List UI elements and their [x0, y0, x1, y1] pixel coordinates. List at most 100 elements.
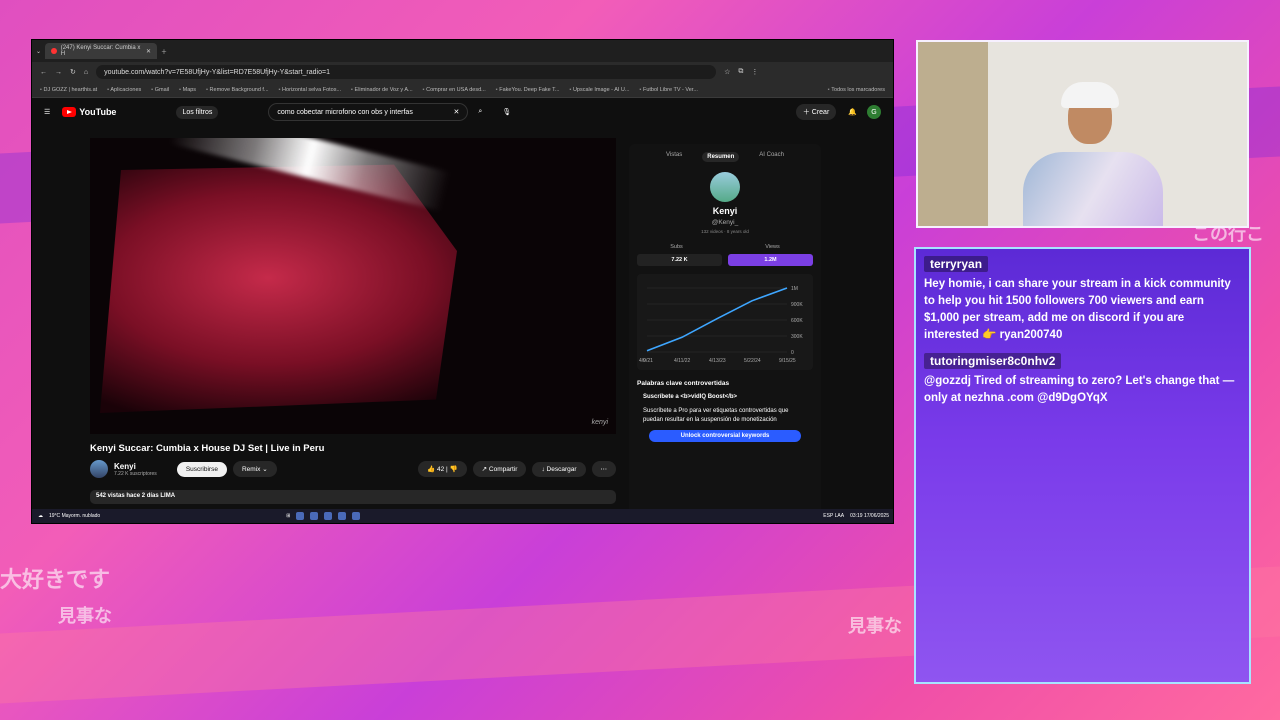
download-button[interactable]: ↓ Descargar [532, 461, 586, 477]
search-query: como cobectar microfono con obs y interf… [277, 108, 413, 116]
back-icon[interactable]: ← [40, 69, 47, 76]
url-text: youtube.com/watch?v=7E58UfjHy-Y&list=RD7… [104, 68, 330, 76]
tab-vistas[interactable]: Vistas [666, 152, 682, 162]
channel-avatar[interactable] [90, 460, 108, 478]
video-player[interactable]: kenyi [90, 138, 616, 434]
channel-row: Kenyi 7.22 K suscriptores Suscribirse Re… [90, 460, 616, 478]
taskbar-app-icon[interactable] [352, 512, 361, 520]
browser-tab[interactable]: (247) Kenyi Succar: Cumbia x H ✕ [45, 43, 158, 59]
y-tick-label: 0 [791, 350, 794, 356]
bookmark-item[interactable]: Maps [179, 87, 196, 93]
vidiq-channel-name: Kenyi [712, 206, 738, 216]
create-label: Crear [811, 109, 830, 116]
youtube-tab-icon [51, 48, 57, 54]
channel-name[interactable]: Kenyi [114, 462, 157, 471]
start-icon[interactable]: ⊞ [286, 513, 290, 519]
streamer [1023, 82, 1163, 226]
weather-icon: ☁ [38, 513, 43, 519]
filters-button[interactable]: Los filtros [176, 105, 219, 119]
clock[interactable]: 03:19 17/06/2025 [850, 513, 889, 519]
shirt [1023, 152, 1163, 226]
chat-overlay: terryryan Hey homie, i can share your str… [914, 247, 1251, 684]
menu-icon[interactable]: ⋮ [751, 68, 758, 76]
taskbar: ☁ 19°C Mayorm. nublado ⊞ ESP LAA 03:19 1… [32, 509, 893, 523]
taskbar-app-icon[interactable] [324, 512, 333, 520]
forward-icon[interactable]: → [55, 69, 62, 76]
subscribe-button[interactable]: Suscribirse [176, 461, 227, 477]
stats-boxes: 7.22 K 1.2M [629, 254, 821, 266]
url-input[interactable]: youtube.com/watch?v=7E58UfjHy-Y&list=RD7… [96, 65, 717, 79]
views-value[interactable]: 1.2M [728, 254, 813, 266]
close-tab-icon[interactable]: ✕ [146, 48, 151, 55]
taskbar-app-icon[interactable] [310, 512, 319, 520]
taskbar-app-icon[interactable] [296, 512, 305, 520]
bookmark-item[interactable]: DJ GOZZ | hearthis.at [40, 87, 97, 93]
tab-menu-icon[interactable]: ⌄ [36, 48, 41, 55]
bookmark-item[interactable]: Remove Background f... [206, 87, 269, 93]
reload-icon[interactable]: ↻ [70, 68, 76, 76]
youtube-play-icon [62, 107, 77, 117]
clock-date: 17/06/2025 [863, 513, 889, 519]
video-title: Kenyi Succar: Cumbia x House DJ Set | Li… [90, 443, 325, 454]
search-input[interactable]: como cobectar microfono con obs y interf… [268, 103, 469, 121]
language-indicator[interactable]: ESP LAA [823, 513, 844, 519]
x-tick-label: 4/13/23 [709, 358, 726, 364]
description-box[interactable]: 542 vistas hace 2 días LIMA [90, 490, 616, 504]
webcam-feed [916, 40, 1249, 228]
share-button[interactable]: ↗ Compartir [472, 461, 527, 477]
share-label: Compartir [488, 466, 518, 473]
vidiq-panel: Vistas Resumen AI Coach Kenyi @Kenyi_ 13… [629, 144, 821, 519]
subscriber-count: 7.22 K suscriptores [114, 470, 157, 477]
bookmark-item[interactable]: Todos los marcadores [828, 87, 885, 93]
like-count: 42 [437, 466, 445, 473]
like-button[interactable]: 👍 42 | 👎 [418, 461, 467, 477]
bookmarks-bar: DJ GOZZ | hearthis.at Aplicaciones Gmail Ma… [32, 82, 893, 98]
taskbar-app-icon[interactable] [338, 512, 347, 520]
new-tab-icon[interactable]: ＋ [161, 47, 167, 56]
star-icon[interactable]: ☆ [724, 68, 730, 76]
extensions-icon[interactable]: ⧉ [738, 68, 743, 76]
keywords-title: Palabras clave controvertidas [637, 380, 730, 387]
x-origin-label: 0 [643, 358, 646, 364]
avatar[interactable]: G [867, 105, 881, 119]
bookmark-item[interactable]: Futbol Libre TV - Ver... [640, 87, 698, 93]
bookmark-item[interactable]: Comprar en USA desd... [423, 87, 486, 93]
tab-resumen[interactable]: Resumen [702, 152, 740, 162]
home-icon[interactable]: ⌂ [84, 69, 88, 76]
youtube-page: ☰ YouTube Los filtros como cobectar micr… [32, 98, 893, 519]
bell-icon[interactable]: 🔔 [848, 108, 857, 116]
search-icon[interactable]: ⌕ [478, 108, 482, 116]
video-count: 132 videos [701, 229, 723, 234]
chat-text: @gozzdj Tired of streaming to zero? Let'… [924, 375, 1235, 404]
x-tick-label: 4/9/21 [639, 358, 653, 364]
bookmark-item[interactable]: Gmail [151, 87, 169, 93]
address-bar: ← → ↻ ⌂ youtube.com/watch?v=7E58UfjHy-Y&… [32, 62, 893, 82]
youtube-header: ☰ YouTube Los filtros como cobectar micr… [32, 98, 893, 126]
create-button[interactable]: ＋ Crear [795, 104, 837, 120]
vidiq-meta: 132 videos · 8 years old [701, 229, 749, 234]
mic-icon[interactable]: 🎙 [502, 108, 511, 116]
weather: 19°C Mayorm. nublado [49, 513, 100, 519]
video-frame [100, 164, 457, 413]
subs-value[interactable]: 7.22 K [637, 254, 722, 266]
views-label: Views [765, 244, 780, 250]
bookmark-item[interactable]: Aplicaciones [107, 87, 141, 93]
youtube-logo[interactable]: YouTube [62, 107, 116, 117]
vidiq-tabs: Vistas Resumen AI Coach [629, 144, 821, 162]
clock-time: 03:19 [850, 513, 863, 519]
vidiq-handle: @Kenyi_ [711, 219, 739, 226]
unlock-button[interactable]: Unlock controversial keywords [649, 430, 801, 443]
remix-button[interactable]: Remix ⌄ [232, 461, 277, 477]
bookmark-item[interactable]: Horizontal selva Fotos... [279, 87, 341, 93]
hamburger-icon[interactable]: ☰ [44, 108, 50, 116]
bookmark-item[interactable]: FakeYou. Deep Fake T... [496, 87, 559, 93]
x-tick-label: 9/15/25 [779, 358, 796, 364]
more-icon[interactable]: ⋯ [591, 461, 616, 477]
bookmark-item[interactable]: Upscale Image - AI U... [569, 87, 630, 93]
tab-title: (247) Kenyi Succar: Cumbia x H [60, 45, 141, 57]
bookmark-item[interactable]: Eliminador de Voz y A... [351, 87, 413, 93]
y-tick-label: 300K [791, 334, 803, 340]
clear-icon[interactable]: ✕ [454, 108, 460, 116]
tab-ai-coach[interactable]: AI Coach [759, 152, 784, 162]
weather-desc: Mayorm. nublado [61, 513, 101, 519]
